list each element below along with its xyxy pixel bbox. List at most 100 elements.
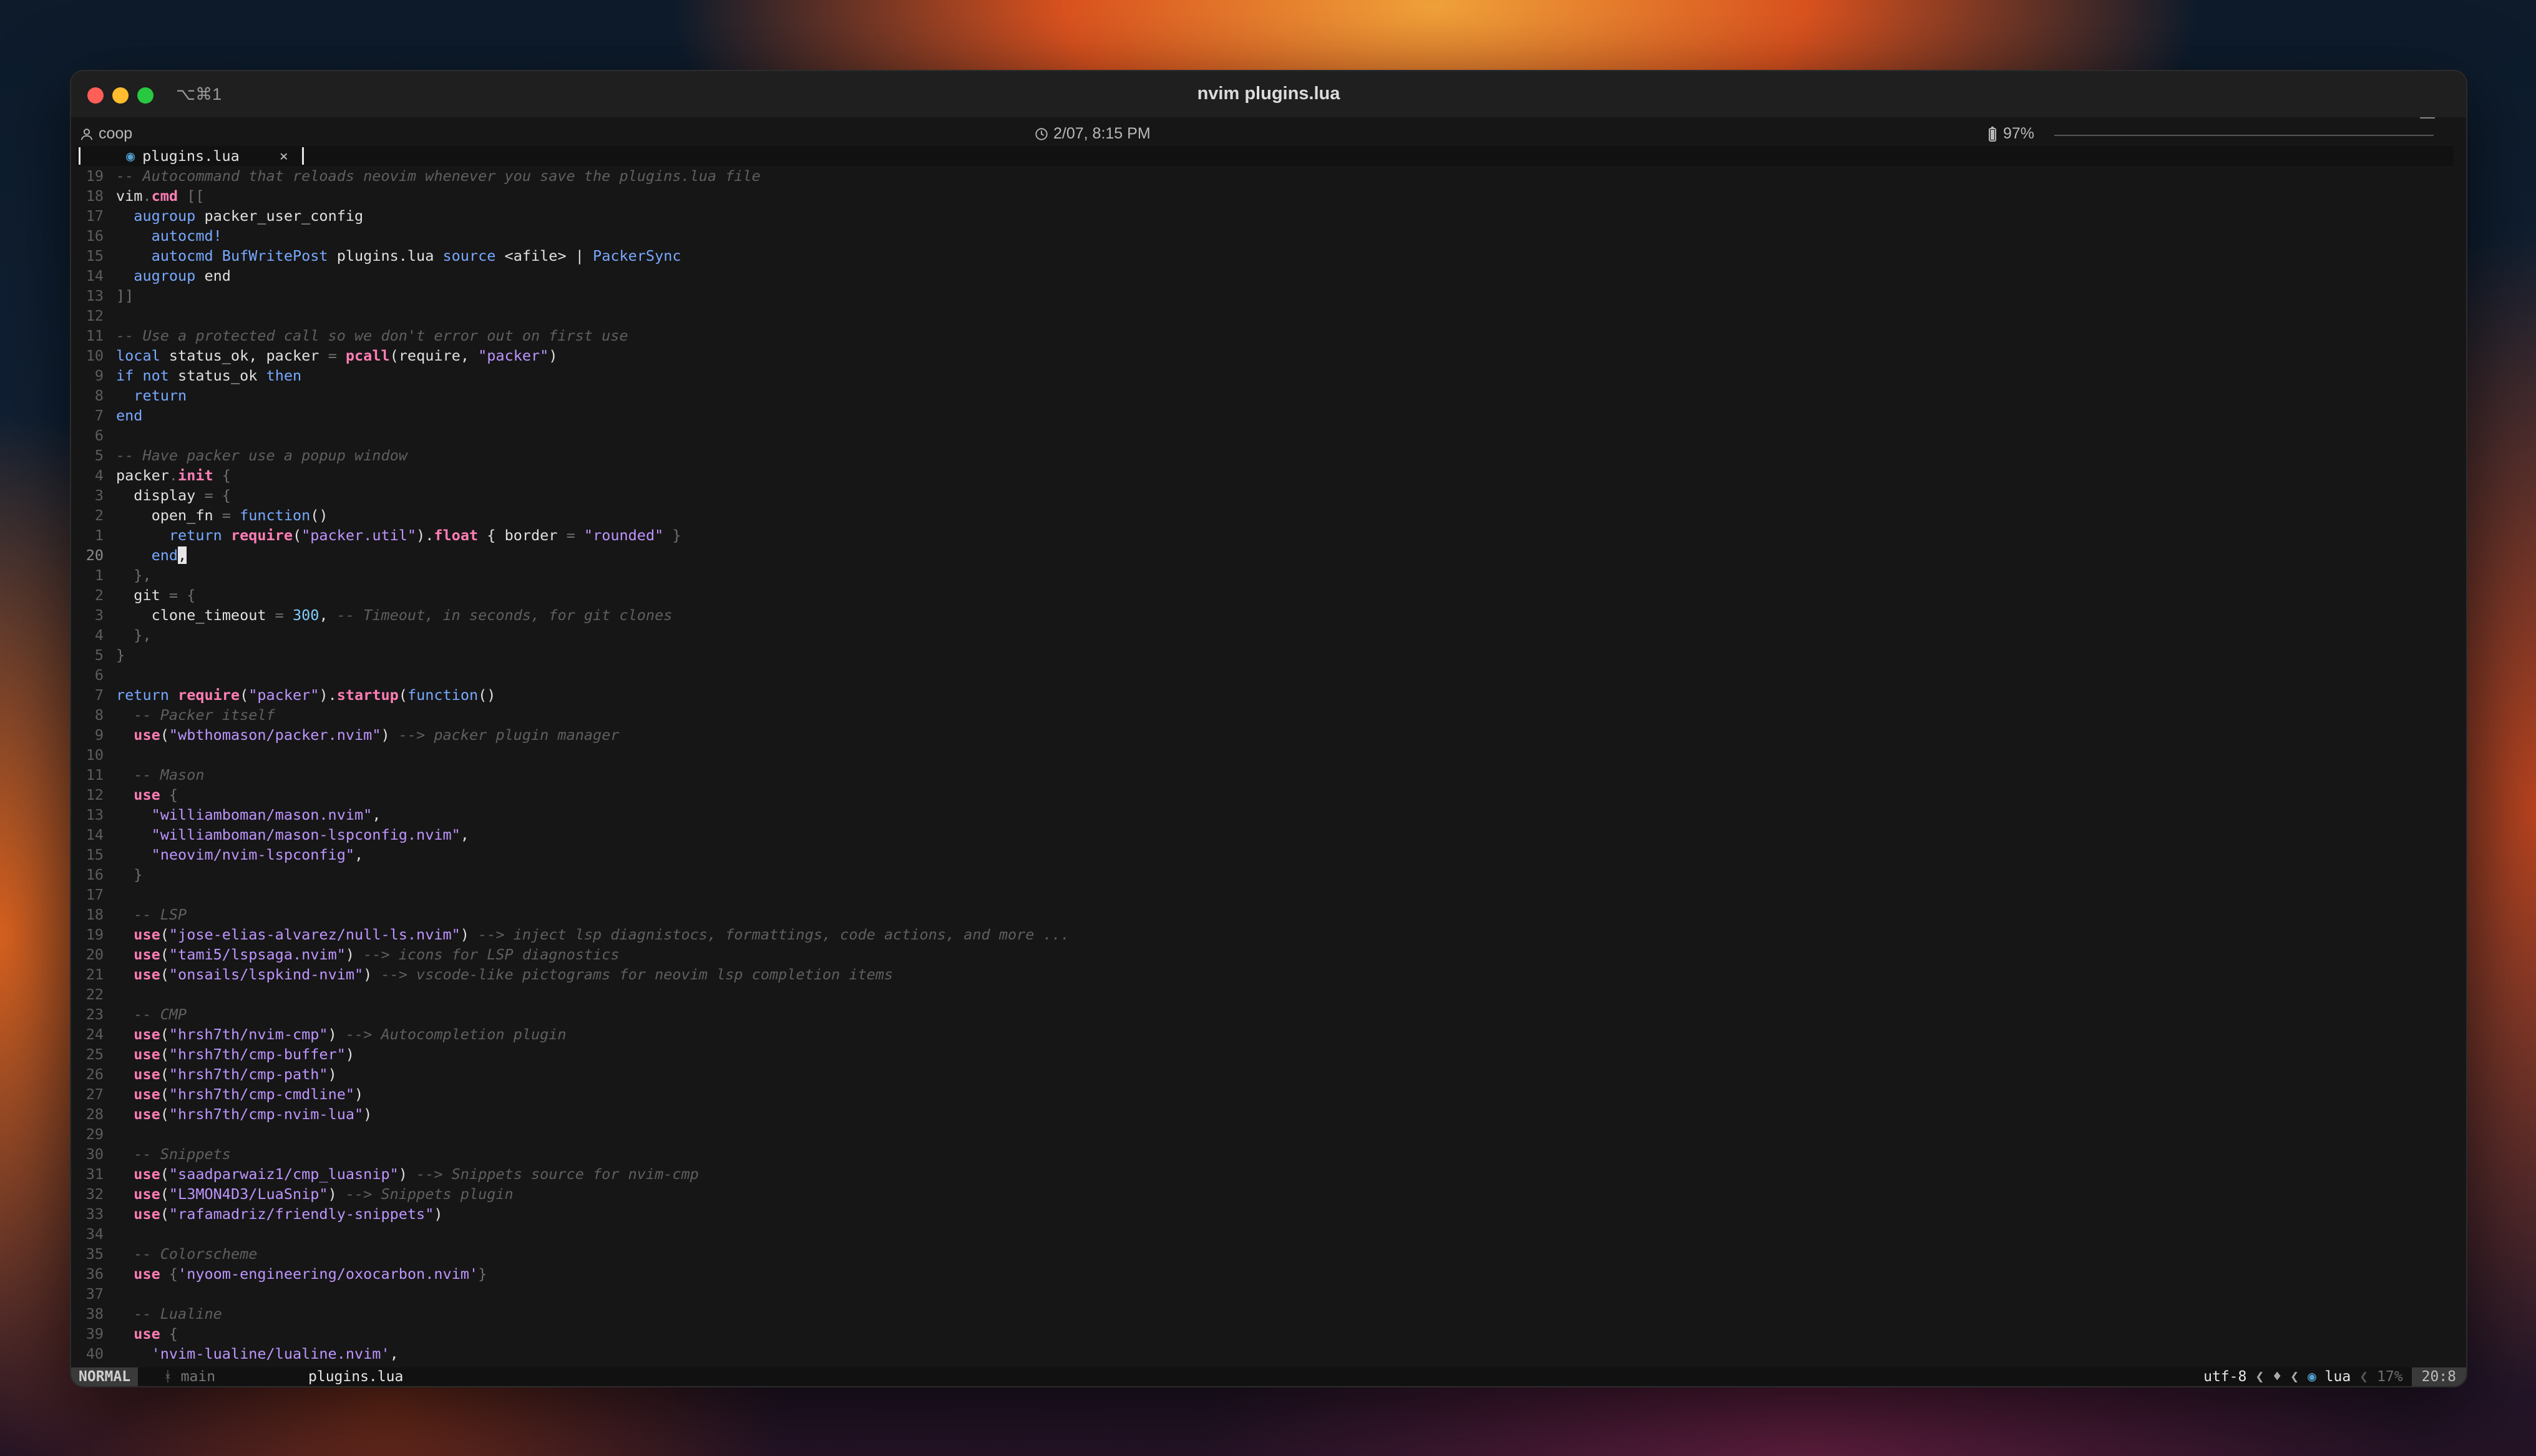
code-line[interactable]: 36 use {'nyoom-engineering/oxocarbon.nvi… <box>76 1264 2454 1284</box>
code-token: -- CMP <box>134 1006 187 1023</box>
code-text: ]] <box>116 286 2454 306</box>
line-number: 14 <box>85 826 104 843</box>
code-line[interactable]: 24 use("hrsh7th/nvim-cmp") --> Autocompl… <box>76 1024 2454 1044</box>
code-line[interactable]: 29 <box>76 1124 2454 1144</box>
datetime-text: 2/07, 8:15 PM <box>1053 125 1151 142</box>
code-line[interactable]: 15 "neovim/nvim-lspconfig", <box>76 845 2454 865</box>
code-text: use {'nyoom-engineering/oxocarbon.nvim'} <box>116 1264 2454 1284</box>
code-line[interactable]: 7 end <box>76 405 2454 425</box>
code-line[interactable]: 3 clone_timeout = 300, -- Timeout, in se… <box>76 605 2454 625</box>
code-token: = <box>275 606 284 624</box>
code-line[interactable]: 5} <box>76 645 2454 665</box>
code-text: -- Autocommand that reloads neovim whene… <box>116 166 2454 186</box>
code-line[interactable]: 25 use("hrsh7th/cmp-buffer") <box>76 1044 2454 1064</box>
code-token: ( <box>160 1205 169 1223</box>
code-line[interactable]: 1 }, <box>76 565 2454 585</box>
code-line[interactable]: 11 -- Use a protected call so we don't er… <box>76 326 2454 346</box>
filetype-label: lua <box>2324 1369 2351 1385</box>
code-line[interactable]: 16 autocmd! <box>76 226 2454 246</box>
code-line[interactable]: 32 use("L3MON4D3/LuaSnip") --> Snippets … <box>76 1184 2454 1204</box>
code-token: ) <box>549 347 558 364</box>
code-line[interactable]: 6 <box>76 425 2454 445</box>
code-line[interactable]: 8 -- Packer itself <box>76 705 2454 725</box>
code-token: require <box>230 527 293 544</box>
code-token: ) <box>328 1026 346 1043</box>
code-line[interactable]: 12 use { <box>76 785 2454 805</box>
code-text: use { <box>116 785 2454 805</box>
mode-indicator: NORMAL <box>71 1367 139 1386</box>
code-line[interactable]: 22 <box>76 984 2454 1004</box>
code-line[interactable]: 20 use("tami5/lspsaga.nvim") --> icons f… <box>76 944 2454 964</box>
minimize-pane-icon[interactable] <box>2420 117 2435 119</box>
code-line[interactable]: 15 autocmd BufWritePost plugins.lua sour… <box>76 246 2454 266</box>
code-line[interactable]: 7 return require("packer").startup(functi… <box>76 685 2454 705</box>
code-line[interactable]: 3 display = { <box>76 485 2454 505</box>
code-text: -- Colorscheme <box>116 1244 2454 1264</box>
code-line[interactable]: 13]] <box>76 286 2454 306</box>
code-line[interactable]: 11 -- Mason <box>76 765 2454 785</box>
code-line[interactable]: 19 use("jose-elias-alvarez/null-ls.nvim"… <box>76 925 2454 944</box>
code-line[interactable]: 19 -- Autocommand that reloads neovim whe… <box>76 166 2454 186</box>
code-text: use("hrsh7th/nvim-cmp") --> Autocompleti… <box>116 1024 2454 1044</box>
code-token: "hrsh7th/nvim-cmp" <box>168 1026 328 1043</box>
line-number: 9 <box>94 726 104 744</box>
code-line[interactable]: 26 use("hrsh7th/cmp-path") <box>76 1064 2454 1084</box>
code-line[interactable]: 4 }, <box>76 625 2454 645</box>
code-line[interactable]: 2 open_fn = function() <box>76 505 2454 525</box>
code-text: use("hrsh7th/cmp-path") <box>116 1064 2454 1084</box>
code-line[interactable]: 20 end, <box>76 545 2454 565</box>
code-line[interactable]: 14 augroup end <box>76 266 2454 286</box>
code-token: local <box>116 347 160 364</box>
code-token: return <box>116 686 169 704</box>
code-line[interactable]: 17 <box>76 885 2454 905</box>
code-line[interactable]: 13 "williamboman/mason.nvim", <box>76 805 2454 825</box>
code-line[interactable]: 27 use("hrsh7th/cmp-cmdline") <box>76 1084 2454 1104</box>
code-line[interactable]: 31 use("saadparwaiz1/cmp_luasnip") --> S… <box>76 1164 2454 1184</box>
code-line[interactable]: 18 vim.cmd [[ <box>76 186 2454 206</box>
code-token: 'nvim-lualine/lualine.nvim' <box>151 1345 390 1362</box>
code-line[interactable]: 23 -- CMP <box>76 1004 2454 1024</box>
code-token: . <box>142 187 152 205</box>
code-line[interactable]: 33 use("rafamadriz/friendly-snippets") <box>76 1204 2454 1224</box>
code-line[interactable]: 38 -- Lualine <box>76 1304 2454 1324</box>
code-line[interactable]: 4 packer.init { <box>76 465 2454 485</box>
code-line[interactable]: 10 local status_ok, packer = pcall(requir… <box>76 346 2454 366</box>
code-line[interactable]: 12 <box>76 306 2454 326</box>
code-line[interactable]: 6 <box>76 665 2454 685</box>
code-line[interactable]: 39 use { <box>76 1324 2454 1344</box>
close-buffer-icon[interactable]: × <box>280 147 288 165</box>
line-number: 30 <box>85 1145 104 1163</box>
code-line[interactable]: 28 use("hrsh7th/cmp-nvim-lua") <box>76 1104 2454 1124</box>
code-buffer[interactable]: 19 -- Autocommand that reloads neovim whe… <box>76 166 2454 1364</box>
code-line[interactable]: 2 git = { <box>76 585 2454 605</box>
code-text: display = { <box>116 485 2454 505</box>
code-line[interactable]: 37 <box>76 1284 2454 1304</box>
code-line[interactable]: 35 -- Colorscheme <box>76 1244 2454 1264</box>
code-line[interactable]: 9 use("wbthomason/packer.nvim") --> pack… <box>76 725 2454 745</box>
code-text: autocmd! <box>116 226 2454 246</box>
line-number: 10 <box>85 746 104 764</box>
code-line[interactable]: 8 return <box>76 386 2454 405</box>
code-line[interactable]: 18 -- LSP <box>76 905 2454 925</box>
code-line[interactable]: 30 -- Snippets <box>76 1144 2454 1164</box>
code-line[interactable]: 17 augroup packer_user_config <box>76 206 2454 226</box>
code-line[interactable]: 16 } <box>76 865 2454 885</box>
code-line[interactable]: 14 "williamboman/mason-lspconfig.nvim", <box>76 825 2454 845</box>
code-line[interactable]: 34 <box>76 1224 2454 1244</box>
code-line[interactable]: 9 if not status_ok then <box>76 366 2454 386</box>
line-number: 3 <box>94 606 104 624</box>
code-line[interactable]: 40 'nvim-lualine/lualine.nvim', <box>76 1344 2454 1364</box>
nvim-editor[interactable]: ◉ plugins.lua × 19 -- Autocommand that re… <box>76 146 2454 1367</box>
buffer-tab-plugins-lua[interactable]: ◉ plugins.lua × <box>126 147 304 165</box>
code-line[interactable]: 21 use("onsails/lspkind-nvim") --> vscod… <box>76 964 2454 984</box>
code-line[interactable]: 1 return require("packer.util").float { … <box>76 525 2454 545</box>
code-line[interactable]: 10 <box>76 745 2454 765</box>
code-line[interactable]: 5 -- Have packer use a popup window <box>76 445 2454 465</box>
code-token: } <box>478 1265 487 1283</box>
